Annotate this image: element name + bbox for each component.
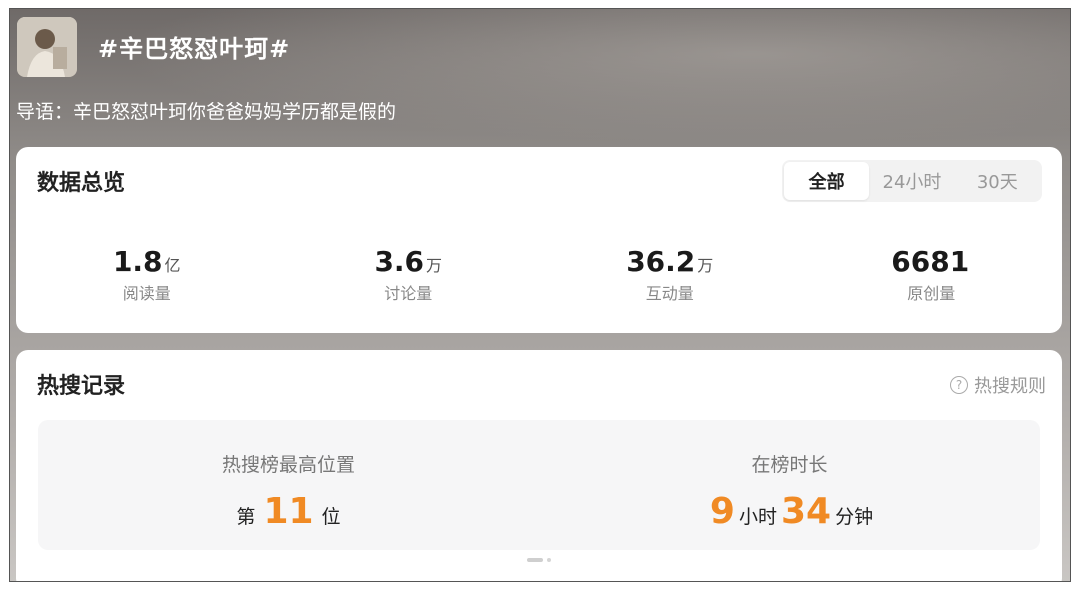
duration-hours: 9 — [709, 491, 735, 532]
duration-value: 9 小时 34 分钟 — [539, 491, 1040, 532]
stat-unit: 万 — [426, 256, 443, 275]
topic-title: #辛巴怒怼叶珂# — [98, 35, 291, 63]
stat-value: 1.8 — [112, 245, 163, 278]
page-indicator — [527, 558, 551, 562]
duration-label: 在榜时长 — [751, 454, 828, 476]
lead-text: 导语：辛巴怒怼叶珂你爸爸妈妈学历都是假的 — [16, 101, 397, 123]
stats-row: 1.8 亿 阅读量 3.6 万 讨论量 36.2 万 互动量 6681 原创量 — [16, 245, 1062, 304]
topic-page: #辛巴怒怼叶珂# 导语：辛巴怒怼叶珂你爸爸妈妈学历都是假的 数据总览 全部 24… — [9, 8, 1071, 582]
avatar-image — [17, 17, 77, 77]
peak-value: 第 11 位 — [38, 491, 539, 532]
stat-value: 36.2 — [626, 245, 696, 278]
peak-suffix: 位 — [321, 506, 341, 528]
question-circle-icon: ? — [950, 376, 968, 394]
stat-unit: 万 — [697, 256, 714, 275]
avatar[interactable] — [17, 17, 77, 77]
stat-label: 互动量 — [645, 284, 694, 303]
duration-hours-unit: 小时 — [738, 506, 777, 528]
stat-reads: 1.8 亿 阅读量 — [16, 245, 278, 304]
stat-originals: 6681 原创量 — [801, 245, 1063, 304]
data-overview-card: 数据总览 全部 24小时 30天 1.8 亿 阅读量 3.6 万 讨论量 36.2 万… — [16, 147, 1062, 333]
hot-search-record-card: 热搜记录 ? 热搜规则 热搜榜最高位置 第 11 位 在榜时长 9 小时 34 分钟 — [16, 350, 1062, 581]
peak-position: 热搜榜最高位置 第 11 位 — [38, 420, 539, 550]
hot-search-rules-link[interactable]: ? 热搜规则 — [950, 372, 1046, 398]
stat-value: 6681 — [891, 245, 970, 278]
hot-record-panel: 热搜榜最高位置 第 11 位 在榜时长 9 小时 34 分钟 — [38, 420, 1040, 550]
duration-minutes-unit: 分钟 — [835, 506, 874, 528]
on-list-duration: 在榜时长 9 小时 34 分钟 — [539, 420, 1040, 550]
page-dot-active — [527, 558, 543, 562]
stat-discussions: 3.6 万 讨论量 — [278, 245, 540, 304]
overview-title: 数据总览 — [37, 171, 126, 196]
stat-interactions: 36.2 万 互动量 — [539, 245, 801, 304]
peak-prefix: 第 — [236, 506, 256, 528]
tab-all[interactable]: 全部 — [784, 162, 870, 200]
peak-number: 11 — [263, 491, 314, 532]
stat-label: 阅读量 — [122, 284, 171, 303]
page-dot — [547, 558, 551, 562]
stat-label: 原创量 — [907, 284, 956, 303]
stat-label: 讨论量 — [384, 284, 433, 303]
tab-24h[interactable]: 24小时 — [869, 162, 954, 200]
stat-unit: 亿 — [164, 256, 181, 275]
time-range-selector: 全部 24小时 30天 — [782, 160, 1042, 202]
rules-label: 热搜规则 — [974, 376, 1046, 397]
hot-record-title: 热搜记录 — [37, 374, 126, 399]
duration-minutes: 34 — [780, 491, 832, 532]
peak-label: 热搜榜最高位置 — [221, 454, 355, 476]
tab-30d[interactable]: 30天 — [955, 162, 1040, 200]
stat-value: 3.6 — [374, 245, 425, 278]
